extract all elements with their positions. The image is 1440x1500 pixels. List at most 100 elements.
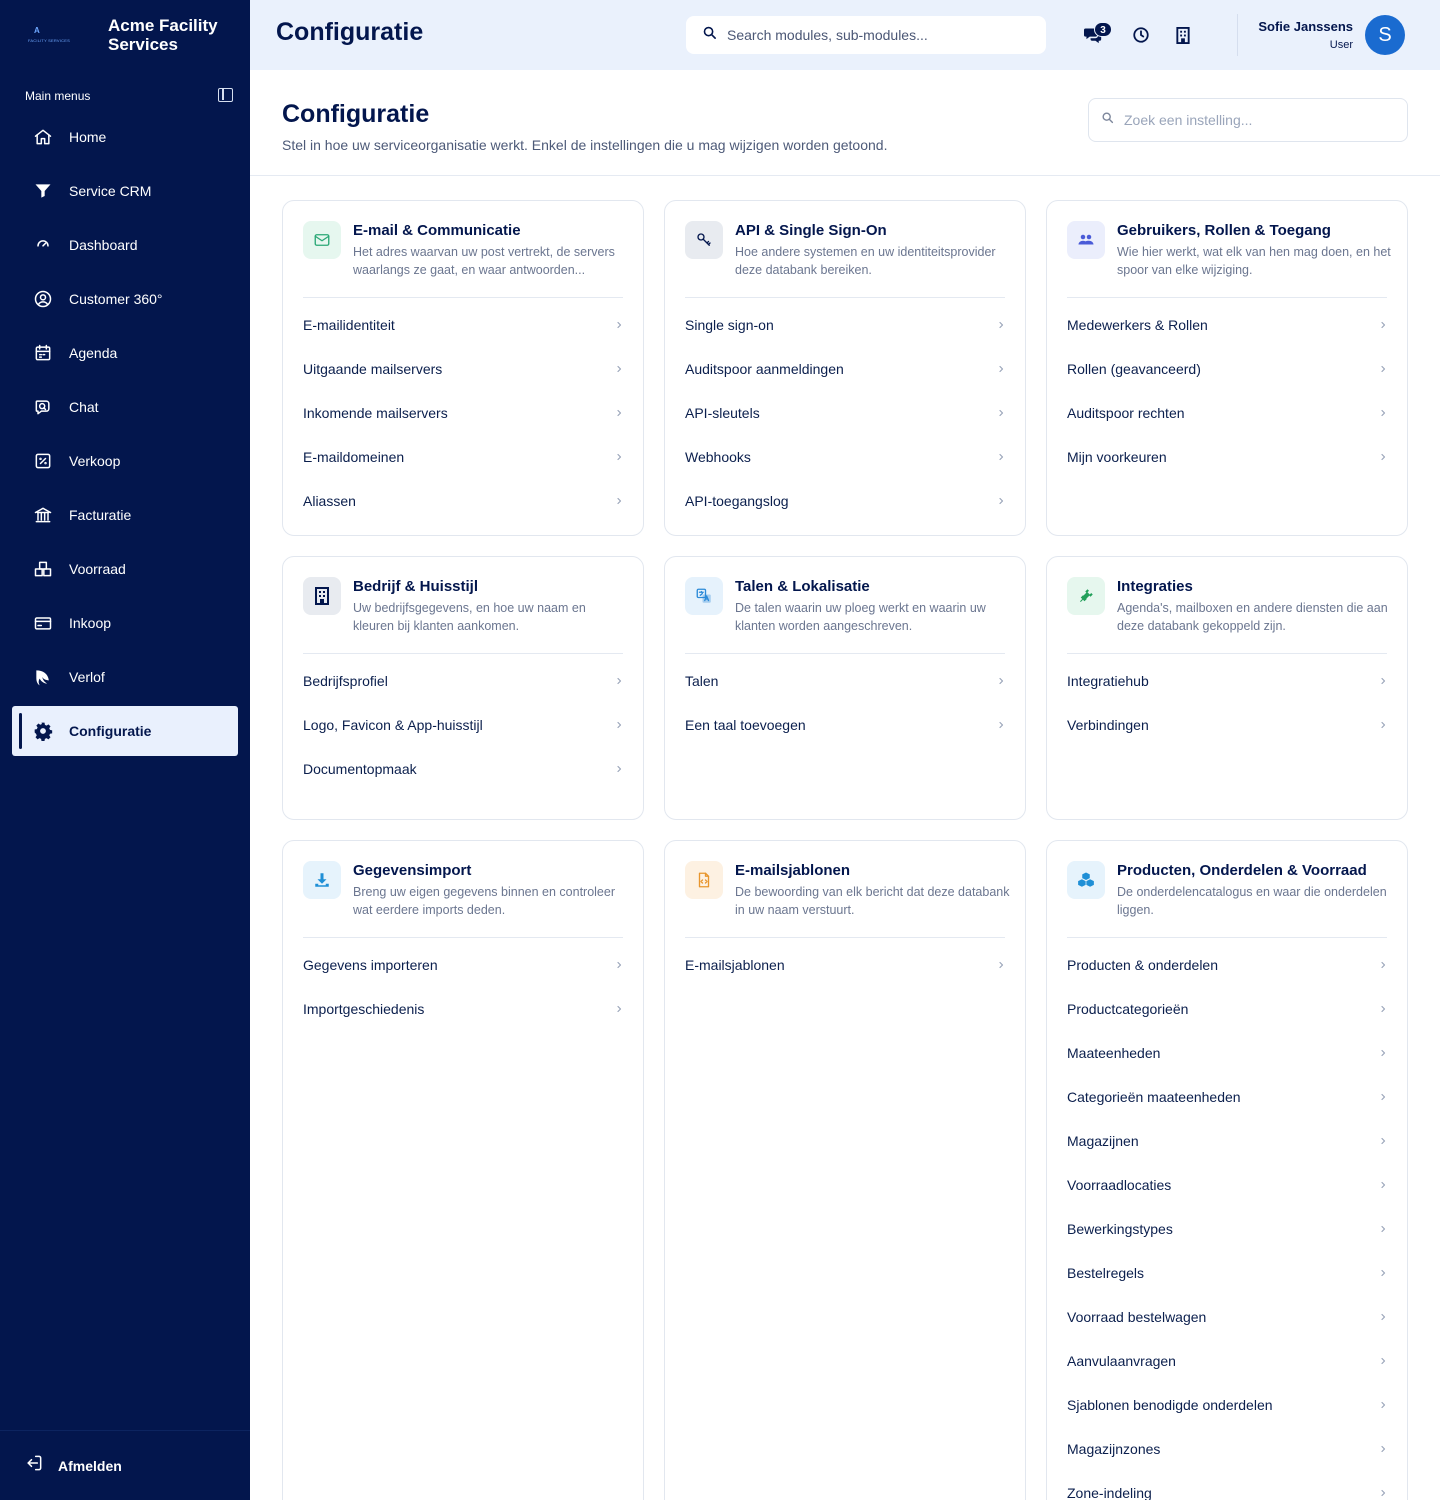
settings-link[interactable]: Zone-indeling [1067, 1471, 1387, 1500]
sidebar-item-chat[interactable]: Chat [12, 382, 238, 432]
settings-link[interactable]: Aliassen [303, 479, 623, 523]
settings-link[interactable]: Single sign-on [685, 303, 1005, 347]
settings-link[interactable]: Sjablonen benodigde onderdelen [1067, 1383, 1387, 1427]
setting-search[interactable] [1088, 98, 1408, 142]
settings-link[interactable]: Importgeschiedenis [303, 987, 623, 1031]
building-icon[interactable] [1172, 24, 1194, 46]
chevron-right-icon [615, 321, 623, 329]
settings-link[interactable]: Bewerkingstypes [1067, 1207, 1387, 1251]
avatar[interactable]: S [1365, 15, 1405, 55]
settings-link[interactable]: Auditspoor aanmeldingen [685, 347, 1005, 391]
settings-link[interactable]: Categorieën maateenheden [1067, 1075, 1387, 1119]
settings-link[interactable]: Aanvulaanvragen [1067, 1339, 1387, 1383]
chevron-right-icon [1379, 1093, 1387, 1101]
settings-link[interactable]: Producten & onderdelen [1067, 943, 1387, 987]
card-bedrijf-huisstijl: Bedrijf & Huisstijl Uw bedrijfsgegevens, … [282, 556, 644, 820]
sidebar-collapse-icon[interactable] [218, 88, 233, 102]
settings-link[interactable]: Een taal toevoegen [685, 703, 1005, 747]
card-link-list: Bedrijfsprofiel Logo, Favicon & App-huiss… [303, 659, 623, 791]
chevron-right-icon [1379, 1269, 1387, 1277]
settings-link-label: Een taal toevoegen [685, 717, 806, 733]
settings-link[interactable]: Integratiehub [1067, 659, 1387, 703]
settings-link[interactable]: Rollen (geavanceerd) [1067, 347, 1387, 391]
settings-link[interactable]: E-maildomeinen [303, 435, 623, 479]
settings-link[interactable]: Logo, Favicon & App-huisstijl [303, 703, 623, 747]
settings-link[interactable]: Voorraad bestelwagen [1067, 1295, 1387, 1339]
settings-link[interactable]: E-mailidentiteit [303, 303, 623, 347]
settings-link[interactable]: API-toegangslog [685, 479, 1005, 523]
settings-link[interactable]: Maateenheden [1067, 1031, 1387, 1075]
card-divider [303, 297, 623, 298]
sidebar-item-inkoop[interactable]: Inkoop [12, 598, 238, 648]
card-link-list: Gegevens importeren Importgeschiedenis [303, 943, 623, 1031]
brand-name: Acme Facility Services [108, 16, 218, 54]
translate-icon [685, 577, 723, 615]
settings-link[interactable]: E-mailsjablonen [685, 943, 1005, 987]
settings-link[interactable]: Documentopmaak [303, 747, 623, 791]
settings-link[interactable]: Inkomende mailservers [303, 391, 623, 435]
settings-link[interactable]: Medewerkers & Rollen [1067, 303, 1387, 347]
card-divider [1067, 653, 1387, 654]
card-divider [685, 937, 1005, 938]
card-link-list: Integratiehub Verbindingen [1067, 659, 1387, 747]
setting-search-input[interactable] [1124, 112, 1394, 128]
settings-link-label: Magazijnen [1067, 1133, 1139, 1149]
card-title: E-mail & Communicatie [353, 222, 521, 239]
settings-link[interactable]: Mijn voorkeuren [1067, 435, 1387, 479]
settings-link[interactable]: Gegevens importeren [303, 943, 623, 987]
settings-link[interactable]: Auditspoor rechten [1067, 391, 1387, 435]
chevron-right-icon [615, 721, 623, 729]
chevron-right-icon [615, 453, 623, 461]
settings-link[interactable]: Magazijnzones [1067, 1427, 1387, 1471]
logout-button[interactable]: Afmelden [0, 1430, 250, 1500]
main-menus-header: Main menus [25, 87, 235, 105]
chevron-right-icon [615, 365, 623, 373]
card-title: E-mailsjablonen [735, 862, 851, 879]
chevron-right-icon [1379, 721, 1387, 729]
module-search-input[interactable] [727, 27, 1027, 43]
card-title: Talen & Lokalisatie [735, 578, 870, 595]
sidebar-item-label: Customer 360° [69, 291, 163, 307]
settings-link-label: Verbindingen [1067, 717, 1149, 733]
settings-link[interactable]: Productcategorieën [1067, 987, 1387, 1031]
settings-link[interactable]: Voorraadlocaties [1067, 1163, 1387, 1207]
settings-link[interactable]: Magazijnen [1067, 1119, 1387, 1163]
settings-link[interactable]: Verbindingen [1067, 703, 1387, 747]
settings-link-label: API-toegangslog [685, 493, 789, 509]
notification-count-badge: 3 [1094, 22, 1112, 37]
chevron-right-icon [1379, 1401, 1387, 1409]
brand[interactable]: A FACILITY SERVICES Acme Facility Servic… [24, 16, 234, 56]
chat-icon [32, 396, 54, 418]
chevron-right-icon [615, 497, 623, 505]
main-menus-label: Main menus [25, 89, 91, 103]
card-title: Gegevensimport [353, 862, 472, 879]
sidebar-item-voorraad[interactable]: Voorraad [12, 544, 238, 594]
sidebar-item-configuratie[interactable]: Configuratie [12, 706, 238, 756]
chevron-right-icon [1379, 1137, 1387, 1145]
settings-link-label: Categorieën maateenheden [1067, 1089, 1241, 1105]
sidebar-item-service-crm[interactable]: Service CRM [12, 166, 238, 216]
card-divider [685, 297, 1005, 298]
sidebar-item-customer-360[interactable]: Customer 360° [12, 274, 238, 324]
sidebar-item-dashboard[interactable]: Dashboard [12, 220, 238, 270]
settings-link-label: Integratiehub [1067, 673, 1149, 689]
sidebar-item-agenda[interactable]: Agenda [12, 328, 238, 378]
card-e-mailsjablonen: E-mailsjablonen De bewoording van elk ber… [664, 840, 1026, 1500]
settings-link[interactable]: Bestelregels [1067, 1251, 1387, 1295]
settings-link[interactable]: Uitgaande mailservers [303, 347, 623, 391]
card-description: Wie hier werkt, wat elk van hen mag doen… [1117, 245, 1391, 277]
settings-link[interactable]: Webhooks [685, 435, 1005, 479]
sidebar-item-facturatie[interactable]: Facturatie [12, 490, 238, 540]
sidebar-item-home[interactable]: Home [12, 112, 238, 162]
sidebar-item-label: Agenda [69, 345, 118, 361]
page-title: Configuratie [282, 100, 430, 128]
settings-link[interactable]: API-sleutels [685, 391, 1005, 435]
card-gegevensimport: Gegevensimport Breng uw eigen gegevens bi… [282, 840, 644, 1500]
settings-link[interactable]: Talen [685, 659, 1005, 703]
module-search[interactable] [686, 16, 1046, 54]
clock-icon[interactable] [1130, 24, 1152, 46]
card-description: Het adres waarvan uw post vertrekt, de s… [353, 245, 615, 277]
sidebar-item-verkoop[interactable]: Verkoop [12, 436, 238, 486]
settings-link[interactable]: Bedrijfsprofiel [303, 659, 623, 703]
sidebar-item-verlof[interactable]: Verlof [12, 652, 238, 702]
